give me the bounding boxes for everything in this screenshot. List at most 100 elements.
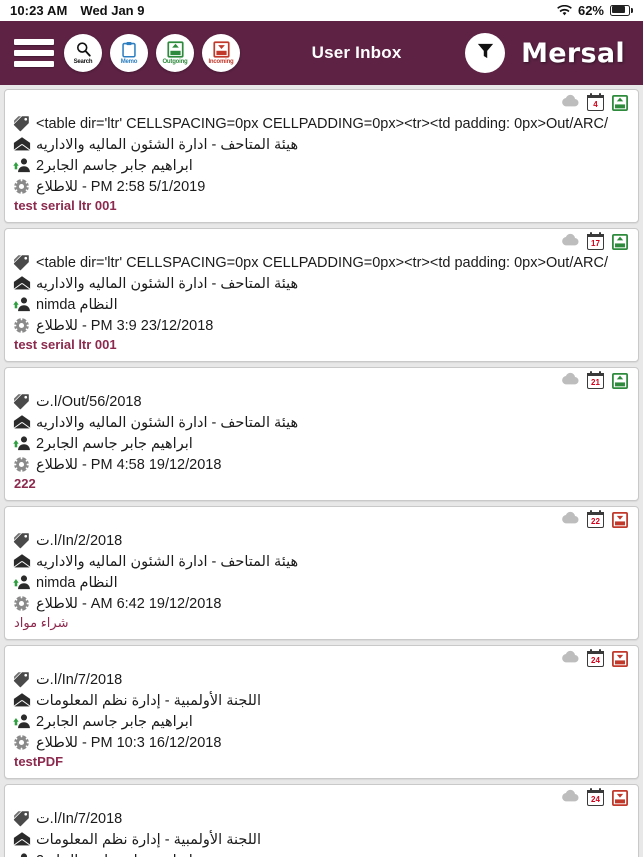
filter-funnel-icon (475, 40, 496, 66)
message-card[interactable]: 24 ا.ت/In/7/2018 اللجنة الأولمبية - إدارة … (4, 645, 639, 779)
outgoing-box-icon (166, 41, 184, 58)
calendar-day: 21 (591, 377, 600, 387)
incoming-label: Incoming (208, 59, 234, 65)
message-list[interactable]: 4 <table dir='ltr' CELLSPACING=0px CELLPA… (0, 85, 643, 857)
reference-text: ا.ت/In/7/2018 (36, 810, 123, 827)
organization-text: اللجنة الأولمبية - إدارة نظم المعلومات (36, 831, 261, 848)
message-card[interactable]: 24 ا.ت/In/7/2018 اللجنة الأولمبية - إدارة … (4, 784, 639, 857)
sender-text: ابراهيم جابر جاسم الجابر2 (36, 851, 193, 857)
reference-text: <table dir='ltr' CELLSPACING=0px CELLPAD… (36, 254, 609, 271)
meta-text: للاطلاع - PM 3:9 23/12/2018 (36, 317, 214, 334)
hamburger-menu-icon[interactable] (12, 36, 56, 70)
subject-text[interactable]: شراء مواد (13, 614, 630, 633)
sender-row: النظام admin (13, 294, 630, 315)
meta-row: للاطلاع - PM 2:58 5/1/2019 (13, 176, 630, 197)
reference-row: ا.ت/Out/56/2018 (13, 391, 630, 412)
meta-text: للاطلاع - AM 6:42 19/12/2018 (36, 595, 222, 612)
subject-text[interactable]: test serial ltr 001 (13, 336, 630, 355)
sender-row: النظام admin (13, 572, 630, 593)
cloud-icon[interactable] (561, 789, 579, 807)
card-badges: 24 (13, 649, 630, 668)
cloud-icon[interactable] (561, 233, 579, 251)
calendar-icon[interactable]: 24 (587, 649, 604, 667)
reference-row: ا.ت/In/2/2018 (13, 530, 630, 551)
calendar-icon[interactable]: 17 (587, 232, 604, 250)
calendar-day: 22 (591, 516, 600, 526)
organization-text: هيئة المتاحف - ادارة الشئون الماليه والا… (36, 414, 299, 431)
reference-text: ا.ت/In/7/2018 (36, 671, 123, 688)
filter-button[interactable] (465, 33, 506, 73)
gear-icon (13, 595, 30, 612)
sender-text: ابراهيم جابر جاسم الجابر2 (36, 157, 193, 174)
reference-text: ا.ت/Out/56/2018 (36, 393, 142, 410)
meta-text: للاطلاع - PM 2:58 5/1/2019 (36, 178, 206, 195)
person-up-icon (13, 157, 30, 174)
battery-percent: 62% (577, 3, 604, 18)
calendar-icon[interactable]: 4 (587, 93, 604, 111)
person-up-icon (13, 852, 30, 857)
envelope-icon (13, 275, 31, 292)
status-time: 10:23 AM (10, 3, 68, 18)
search-button[interactable]: Search (64, 34, 102, 72)
card-badges: 17 (13, 232, 630, 251)
organization-row: اللجنة الأولمبية - إدارة نظم المعلومات (13, 829, 630, 850)
outgoing-box-icon[interactable] (612, 95, 628, 111)
incoming-box-icon[interactable] (612, 790, 628, 806)
message-card[interactable]: 22 ا.ت/In/2/2018 هيئة المتاحف - ادارة الشئ… (4, 506, 639, 640)
battery-icon (610, 4, 633, 17)
message-card[interactable]: 4 <table dir='ltr' CELLSPACING=0px CELLPA… (4, 89, 639, 223)
tag-icon (13, 115, 30, 132)
outgoing-button[interactable]: Outgoing (156, 34, 194, 72)
card-badges: 22 (13, 510, 630, 529)
organization-row: هيئة المتاحف - ادارة الشئون الماليه والا… (13, 273, 630, 294)
calendar-icon[interactable]: 24 (587, 788, 604, 806)
tag-icon (13, 393, 30, 410)
cloud-icon[interactable] (561, 511, 579, 529)
subject-text[interactable]: 222 (13, 475, 630, 494)
incoming-box-icon[interactable] (612, 651, 628, 667)
card-badges: 21 (13, 371, 630, 390)
reference-row: ا.ت/In/7/2018 (13, 669, 630, 690)
calendar-day: 4 (593, 99, 598, 109)
meta-text: للاطلاع - PM 4:58 19/12/2018 (36, 456, 222, 473)
incoming-button[interactable]: Incoming (202, 34, 240, 72)
gear-icon (13, 456, 30, 473)
outgoing-box-icon[interactable] (612, 373, 628, 389)
status-right-cluster: 62% (557, 3, 633, 18)
message-card[interactable]: 17 <table dir='ltr' CELLSPACING=0px CELLP… (4, 228, 639, 362)
calendar-day: 17 (591, 238, 600, 248)
meta-row: للاطلاع - PM 10:3 16/12/2018 (13, 732, 630, 753)
gear-icon (13, 317, 30, 334)
page-title: User Inbox (311, 43, 402, 62)
cloud-icon[interactable] (561, 650, 579, 668)
sender-text: النظام admin (36, 574, 118, 591)
incoming-box-icon[interactable] (612, 512, 628, 528)
incoming-box-icon (212, 41, 230, 58)
envelope-icon (13, 136, 31, 153)
organization-text: هيئة المتاحف - ادارة الشئون الماليه والا… (36, 275, 299, 292)
outgoing-box-icon[interactable] (612, 234, 628, 250)
cloud-icon[interactable] (561, 94, 579, 112)
envelope-icon (13, 553, 31, 570)
gear-icon (13, 734, 30, 751)
envelope-icon (13, 414, 31, 431)
wifi-icon (557, 4, 572, 17)
memo-button[interactable]: Memo (110, 34, 148, 72)
calendar-icon[interactable]: 22 (587, 510, 604, 528)
subject-text[interactable]: test serial ltr 001 (13, 197, 630, 216)
reference-row: <table dir='ltr' CELLSPACING=0px CELLPAD… (13, 113, 630, 134)
sender-text: النظام admin (36, 296, 118, 313)
reference-row: ا.ت/In/7/2018 (13, 808, 630, 829)
calendar-day: 24 (591, 655, 600, 665)
organization-row: هيئة المتاحف - ادارة الشئون الماليه والا… (13, 551, 630, 572)
sender-row: ابراهيم جابر جاسم الجابر2 (13, 155, 630, 176)
organization-row: هيئة المتاحف - ادارة الشئون الماليه والا… (13, 134, 630, 155)
person-up-icon (13, 713, 30, 730)
calendar-icon[interactable]: 21 (587, 371, 604, 389)
subject-text[interactable]: testPDF (13, 753, 630, 772)
organization-text: هيئة المتاحف - ادارة الشئون الماليه والا… (36, 553, 299, 570)
message-card[interactable]: 21 ا.ت/Out/56/2018 هيئة المتاحف - ادارة ال… (4, 367, 639, 501)
sender-row: ابراهيم جابر جاسم الجابر2 (13, 433, 630, 454)
cloud-icon[interactable] (561, 372, 579, 390)
tag-icon (13, 532, 30, 549)
